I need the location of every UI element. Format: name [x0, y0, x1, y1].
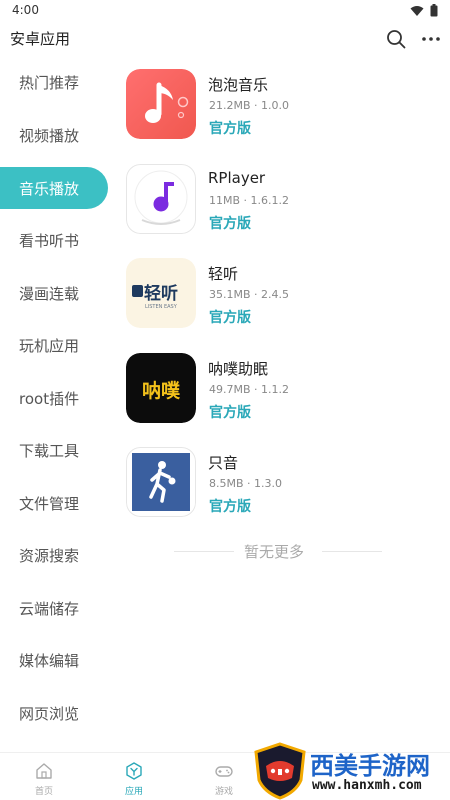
battery-icon [430, 4, 438, 17]
app-row-napu[interactable]: 呐噗 呐噗助眠 49.7MB · 1.1.2 官方版 [112, 345, 450, 431]
napu-logo-icon: 呐噗 [126, 353, 196, 423]
official-badge: 官方版 [209, 216, 251, 232]
sidebar-item-comics[interactable]: 漫画连载 [0, 272, 108, 314]
app-row-qingting[interactable]: 轻听 LISTEN EASY 轻听 35.1MB · 2.4.5 官方版 [112, 250, 450, 336]
page-title: 安卓应用 [10, 30, 71, 48]
status-icons [410, 4, 438, 17]
sidebar-item-label: 漫画连载 [19, 285, 80, 303]
app-name: RPlayer [208, 169, 266, 187]
app-name: 呐噗助眠 [208, 360, 269, 378]
sidebar-item-label: 看书听书 [19, 232, 80, 250]
music-disc-icon [126, 164, 196, 234]
app-list: 泡泡音乐 21.2MB · 1.0.0 官方版 RPlayer 11MB · 1… [112, 58, 450, 578]
watermark-url: www.hanxmh.com [312, 778, 422, 793]
app-meta: 35.1MB · 2.4.5 [209, 288, 290, 301]
nav-label: 应用 [124, 787, 143, 797]
official-badge: 官方版 [209, 121, 251, 137]
sidebar-item-music[interactable]: 音乐播放 [0, 167, 108, 209]
nav-home[interactable]: 首页 [9, 753, 79, 800]
nav-games[interactable]: 游戏 [189, 753, 259, 800]
home-icon [36, 763, 52, 779]
sidebar-item-video[interactable]: 视频播放 [0, 114, 108, 156]
app-icon-text: 轻听 [144, 283, 178, 304]
sidebar-item-tools[interactable]: 玩机应用 [0, 324, 108, 366]
watermark-title: 西美手游网 [310, 752, 430, 780]
qingting-logo-icon: 轻听 LISTEN EASY [126, 258, 196, 328]
app-meta: 49.7MB · 1.1.2 [209, 383, 290, 396]
no-more-text: 暂无更多 [244, 543, 305, 561]
sidebar-item-media[interactable]: 媒体编辑 [0, 639, 108, 681]
watermark: 西美手游网 www.hanxmh.com [252, 742, 448, 800]
sidebar-item-label: 云端储存 [19, 600, 80, 618]
status-time: 4:00 [12, 3, 39, 17]
no-more-indicator: 暂无更多 [174, 540, 382, 562]
app-icon-text: 呐噗 [142, 379, 181, 402]
app-meta: 11MB · 1.6.1.2 [209, 194, 290, 207]
app-meta: 21.2MB · 1.0.0 [209, 99, 290, 112]
search-icon[interactable] [385, 28, 407, 50]
sidebar-item-label: 文件管理 [19, 495, 80, 513]
app-name: 只音 [208, 454, 239, 472]
sidebar-item-download[interactable]: 下载工具 [0, 429, 108, 471]
sidebar-item-hot[interactable]: 热门推荐 [0, 61, 108, 103]
sidebar-item-root[interactable]: root插件 [0, 377, 108, 419]
basketball-player-icon [126, 447, 196, 517]
category-sidebar: 热门推荐 视频播放 音乐播放 看书听书 漫画连载 玩机应用 root插件 下载工… [0, 58, 112, 752]
sidebar-item-label: 音乐播放 [19, 180, 80, 198]
app-name: 泡泡音乐 [208, 76, 269, 94]
official-badge: 官方版 [209, 499, 251, 515]
status-bar: 4:00 [0, 0, 450, 22]
nav-apps[interactable]: 应用 [99, 753, 169, 800]
more-icon[interactable] [420, 28, 442, 50]
sidebar-item-label: 热门推荐 [19, 74, 80, 92]
sidebar-item-label: 资源搜索 [19, 547, 80, 565]
sidebar-item-label: root插件 [19, 390, 80, 408]
sidebar-item-cloud[interactable]: 云端储存 [0, 587, 108, 629]
music-note-icon [126, 69, 196, 139]
sidebar-item-label: 下载工具 [19, 442, 80, 460]
wifi-icon [410, 5, 424, 16]
sidebar-item-files[interactable]: 文件管理 [0, 482, 108, 524]
app-name: 轻听 [208, 265, 239, 283]
app-row-rplayer[interactable]: RPlayer 11MB · 1.6.1.2 官方版 [112, 156, 450, 242]
sidebar-item-browser[interactable]: 网页浏览 [0, 692, 108, 734]
app-row-zhiyin[interactable]: 只音 8.5MB · 1.3.0 官方版 [112, 439, 450, 525]
sidebar-item-label: 玩机应用 [19, 337, 80, 355]
sidebar-item-label: 媒体编辑 [19, 652, 80, 670]
app-meta: 8.5MB · 1.3.0 [209, 477, 283, 490]
divider [322, 551, 382, 552]
official-badge: 官方版 [209, 405, 251, 421]
official-badge: 官方版 [209, 310, 251, 326]
sidebar-item-label: 视频播放 [19, 127, 80, 145]
gamepad-icon [215, 766, 233, 777]
divider [174, 551, 234, 552]
sidebar-item-search[interactable]: 资源搜索 [0, 534, 108, 576]
app-row-paopao[interactable]: 泡泡音乐 21.2MB · 1.0.0 官方版 [112, 61, 450, 147]
app-icon-subtext: LISTEN EASY [145, 304, 178, 310]
nav-label: 游戏 [214, 787, 233, 797]
shield-logo-icon [254, 742, 306, 800]
sidebar-item-books[interactable]: 看书听书 [0, 219, 108, 261]
app-header: 安卓应用 [0, 22, 450, 58]
apps-icon [126, 762, 142, 780]
sidebar-item-label: 网页浏览 [19, 705, 80, 723]
nav-label: 首页 [34, 787, 53, 797]
